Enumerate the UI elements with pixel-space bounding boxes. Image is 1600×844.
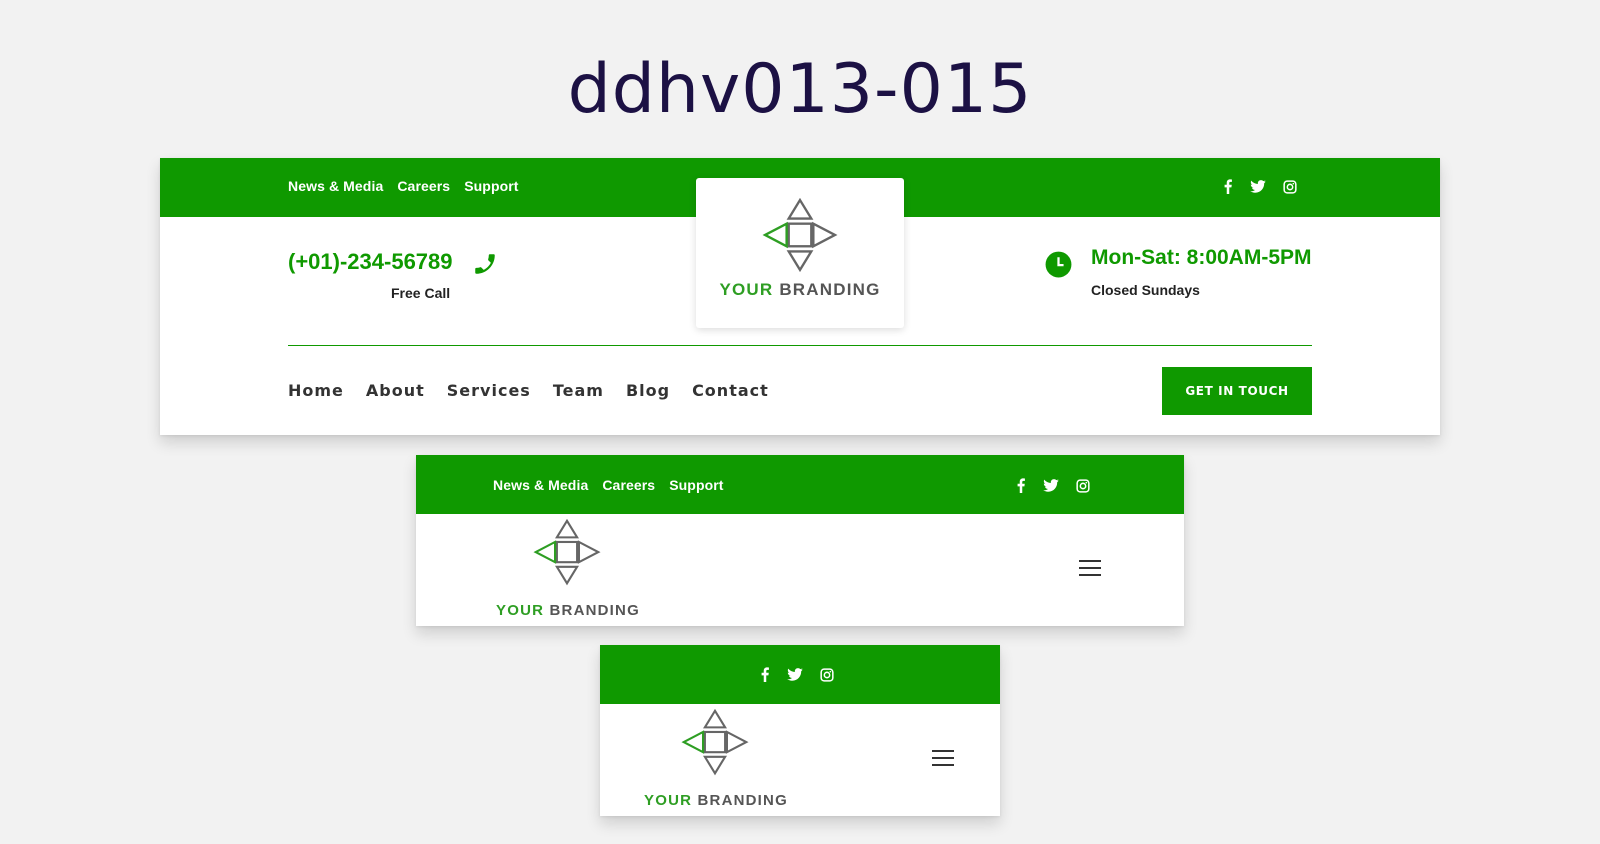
social-icons [760,667,834,682]
phone-subtitle: Free Call [391,285,451,301]
nav-item-blog[interactable]: Blog [626,381,670,400]
page-title: ddhv013-015 [567,50,1033,129]
brand-text-your: YOUR [496,602,545,619]
divider [288,345,1312,346]
phone-number[interactable]: (+01)-234-56789 [288,249,453,275]
menu-icon[interactable] [1079,560,1101,576]
menu-icon[interactable] [932,750,954,766]
top-links: News & Media Careers Support [288,178,519,194]
brand-text: YOUR BRANDING [644,792,788,809]
logo-mark-icon [682,709,748,775]
instagram-icon[interactable] [820,667,834,682]
get-in-touch-button[interactable]: GET IN TOUCH [1162,367,1312,415]
brand-text-branding: BRANDING [779,280,881,299]
nav-item-home[interactable]: Home [288,381,344,400]
logo-mark-icon [763,198,837,272]
top-link-news-media[interactable]: News & Media [288,178,383,194]
nav-item-services[interactable]: Services [447,381,531,400]
twitter-icon[interactable] [787,668,803,681]
main-nav: Home About Services Team Blog Contact [288,381,769,400]
logo[interactable]: YOUR BRANDING [496,519,640,619]
social-icons [1223,179,1297,194]
top-link-careers[interactable]: Careers [602,477,655,493]
clock-icon [1045,251,1072,278]
brand-text: YOUR BRANDING [696,280,904,300]
nav-item-about[interactable]: About [366,381,425,400]
brand-text: YOUR BRANDING [496,602,640,619]
facebook-icon[interactable] [1016,478,1026,493]
hours-subtitle: Closed Sundays [1091,282,1200,298]
logo[interactable]: YOUR BRANDING [696,178,904,328]
instagram-icon[interactable] [1076,478,1090,493]
facebook-icon[interactable] [760,667,770,682]
top-links: News & Media Careers Support [493,477,724,493]
header-desktop: News & Media Careers Support YOUR BRANDI… [160,158,1440,435]
header-mobile: YOUR BRANDING [600,645,1000,816]
nav-item-team[interactable]: Team [553,381,604,400]
business-hours: Mon-Sat: 8:00AM-5PM [1091,246,1312,269]
top-link-support[interactable]: Support [464,178,518,194]
brand-text-branding: BRANDING [697,792,788,809]
brand-text-branding: BRANDING [549,602,640,619]
get-in-touch-label: GET IN TOUCH [1185,384,1289,398]
facebook-icon[interactable] [1223,179,1233,194]
brand-text-your: YOUR [644,792,693,809]
top-link-support[interactable]: Support [669,477,723,493]
header-tablet: News & Media Careers Support YOUR BRANDI… [416,455,1184,626]
logo-mark-icon [534,519,600,585]
top-link-news-media[interactable]: News & Media [493,477,588,493]
top-link-careers[interactable]: Careers [397,178,450,194]
phone-icon [475,254,495,274]
social-icons [1016,478,1090,493]
logo[interactable]: YOUR BRANDING [644,709,788,809]
instagram-icon[interactable] [1283,179,1297,194]
twitter-icon[interactable] [1043,479,1059,492]
nav-item-contact[interactable]: Contact [692,381,769,400]
brand-text-your: YOUR [719,280,774,299]
twitter-icon[interactable] [1250,180,1266,193]
